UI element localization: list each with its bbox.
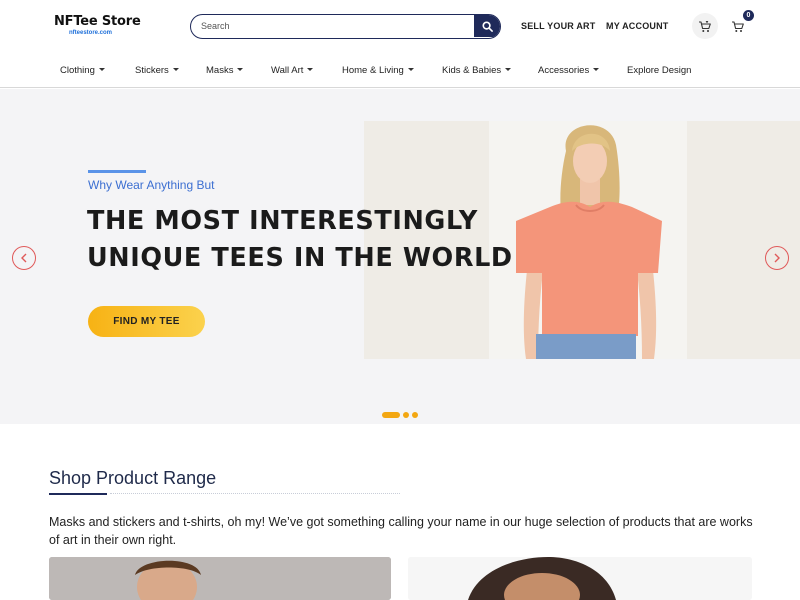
logo-wordmark: NFTee Store: [54, 14, 141, 29]
title-dotted-divider: [110, 493, 400, 494]
search-bar: [190, 14, 501, 39]
search-button[interactable]: [474, 15, 500, 37]
chevron-right-icon: [774, 253, 780, 263]
heart-cart-icon: [699, 20, 711, 32]
nav-label: Explore Design: [627, 65, 692, 76]
main-nav: Clothing Stickers Masks Wall Art Home & …: [0, 52, 800, 88]
kicker-accent-line: [88, 170, 146, 173]
caret-down-icon: [172, 68, 179, 71]
nav-label: Wall Art: [271, 65, 304, 76]
hero-headline-line-2: UNIQUE TEES IN THE WORLD: [87, 243, 513, 273]
nav-item-wall-art[interactable]: Wall Art: [271, 65, 314, 76]
nav-item-clothing[interactable]: Clothing: [60, 65, 105, 76]
section-title: Shop Product Range: [49, 468, 217, 488]
nav-label: Stickers: [135, 65, 169, 76]
logo-domain: nfteestore.com: [69, 30, 113, 36]
nav-label: Accessories: [538, 65, 590, 76]
product-image: [49, 557, 391, 600]
caret-down-icon: [98, 68, 105, 71]
find-my-tee-button[interactable]: FIND MY TEE: [88, 306, 205, 337]
nav-label: Clothing: [60, 65, 95, 76]
chevron-left-icon: [21, 253, 27, 263]
caret-down-icon: [307, 68, 314, 71]
cart-count-badge: 0: [743, 10, 754, 21]
product-card[interactable]: [49, 557, 391, 600]
search-icon: [481, 20, 493, 32]
caret-down-icon: [505, 68, 512, 71]
nav-item-home-living[interactable]: Home & Living: [342, 65, 414, 76]
caret-down-icon: [407, 68, 414, 71]
slider-dot[interactable]: [412, 412, 418, 418]
hero-headline-line-1: THE MOST INTERESTINGLY: [87, 206, 478, 236]
hero-slider: Why Wear Anything But THE MOST INTERESTI…: [0, 89, 800, 424]
section-description: Masks and stickers and t-shirts, oh my! …: [49, 515, 753, 547]
site-header: NFTee Store nfteestore.com SELL YOUR ART…: [0, 0, 800, 52]
product-card[interactable]: [408, 557, 752, 600]
caret-down-icon: [237, 68, 244, 71]
slider-dot[interactable]: [403, 412, 409, 418]
product-image: [408, 557, 752, 600]
my-account-link[interactable]: MY ACCOUNT: [606, 21, 669, 31]
cart-icon: [732, 20, 744, 32]
title-underline: [49, 493, 107, 495]
slider-dot-active[interactable]: [382, 412, 400, 418]
nav-label: Home & Living: [342, 65, 404, 76]
nav-label: Masks: [206, 65, 234, 76]
slider-next-button[interactable]: [765, 246, 789, 270]
wishlist-cart-button[interactable]: [692, 13, 718, 39]
nav-label: Kids & Babies: [442, 65, 502, 76]
caret-down-icon: [593, 68, 600, 71]
nav-item-kids-babies[interactable]: Kids & Babies: [442, 65, 512, 76]
search-input[interactable]: [201, 15, 471, 37]
site-logo[interactable]: NFTee Store nfteestore.com: [54, 14, 154, 36]
nav-item-accessories[interactable]: Accessories: [538, 65, 600, 76]
nav-item-masks[interactable]: Masks: [206, 65, 244, 76]
sell-your-art-link[interactable]: SELL YOUR ART: [521, 21, 595, 31]
nav-item-stickers[interactable]: Stickers: [135, 65, 179, 76]
hero-headline: THE MOST INTERESTINGLY UNIQUE TEES IN TH…: [87, 203, 513, 277]
hero-kicker: Why Wear Anything But: [88, 178, 215, 192]
nav-item-explore-design[interactable]: Explore Design: [627, 65, 691, 76]
slider-prev-button[interactable]: [12, 246, 36, 270]
